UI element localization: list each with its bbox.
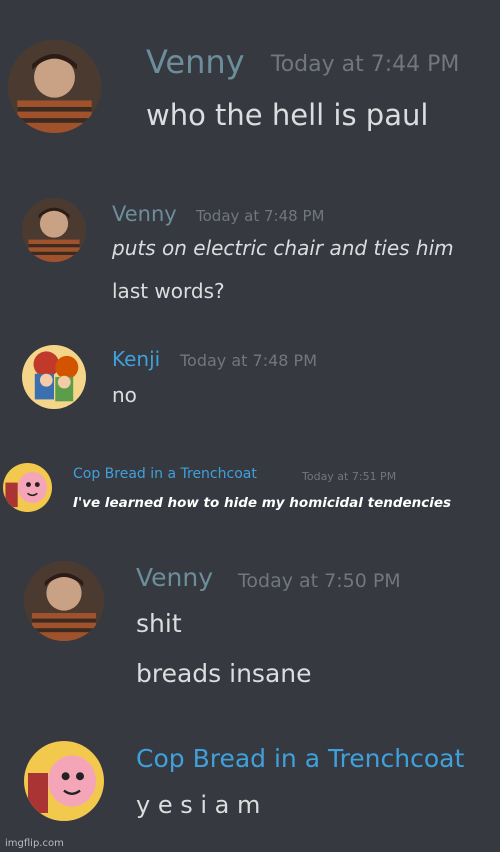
kenji-avatar-icon[interactable] — [22, 345, 86, 409]
message-text: who the hell is paul — [146, 98, 429, 132]
author-name[interactable]: Cop Bread in a Trenchcoat — [73, 466, 257, 482]
watermark: imgflip.com — [5, 838, 64, 849]
author-name[interactable]: Venny — [112, 202, 177, 226]
venny-avatar-icon[interactable] — [8, 40, 101, 133]
venny-avatar-icon[interactable] — [22, 198, 86, 262]
message-text: no — [112, 383, 137, 407]
author-name[interactable]: Venny — [136, 563, 213, 592]
timestamp: Today at 7:48 PM — [196, 207, 325, 225]
author-name[interactable]: Cop Bread in a Trenchcoat — [136, 744, 464, 773]
message-text: y e s i a m — [136, 791, 261, 819]
message-text: puts on electric chair and ties him — [112, 236, 454, 260]
author-name[interactable]: Venny — [146, 43, 245, 81]
message-text: breads insane — [136, 659, 312, 688]
timestamp: Today at 7:50 PM — [238, 570, 401, 592]
message-text: last words? — [112, 279, 225, 303]
timestamp: Today at 7:44 PM — [271, 52, 460, 77]
timestamp: Today at 7:51 PM — [302, 470, 397, 483]
message-text: shit — [136, 609, 182, 638]
cop-bread-avatar-icon[interactable] — [3, 463, 52, 512]
author-name[interactable]: Kenji — [112, 347, 160, 371]
cop-bread-avatar-icon[interactable] — [24, 741, 104, 821]
message-text: I've learned how to hide my homicidal te… — [73, 495, 452, 511]
venny-avatar-icon[interactable] — [24, 561, 104, 641]
timestamp: Today at 7:48 PM — [180, 351, 317, 370]
